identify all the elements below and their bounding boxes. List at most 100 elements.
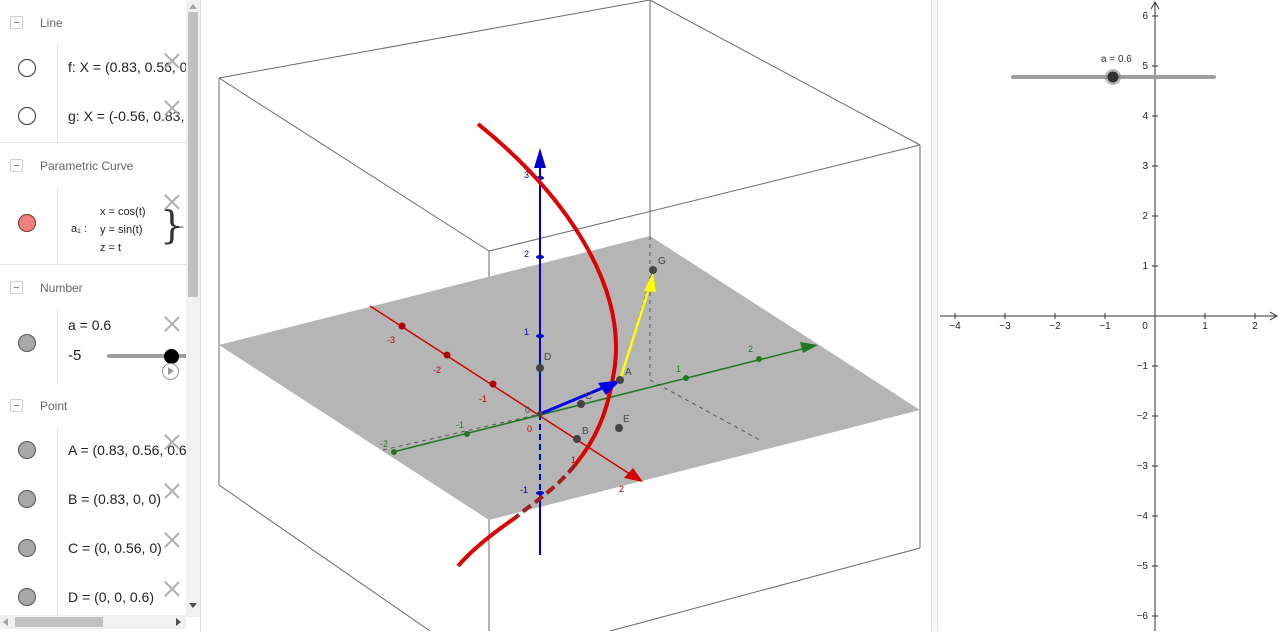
- marble-cell: [0, 93, 58, 142]
- delete-icon[interactable]: [164, 53, 180, 69]
- collapse-icon[interactable]: [10, 159, 23, 172]
- y-tick-label: 2: [748, 344, 753, 354]
- group-title-point: Point: [40, 399, 68, 413]
- z-axis-arrow-icon: [534, 148, 546, 168]
- algebra-item-a[interactable]: a = 0.6 -5: [0, 309, 186, 384]
- y-tick-label: -1: [456, 420, 464, 430]
- delete-icon[interactable]: [164, 316, 180, 332]
- xy-plane[interactable]: [219, 236, 920, 520]
- algebra-item-A[interactable]: A = (0.83, 0.56, 0.6: [0, 427, 186, 477]
- point-E[interactable]: [615, 424, 623, 432]
- point-D[interactable]: [536, 364, 544, 372]
- y-tick-label-2d: −1: [1137, 361, 1149, 372]
- group-header-point[interactable]: Point: [0, 383, 186, 428]
- algebra-item-C[interactable]: C = (0, 0.56, 0): [0, 525, 186, 575]
- algebra-item-B[interactable]: B = (0.83, 0, 0): [0, 476, 186, 526]
- point-A[interactable]: [616, 376, 624, 384]
- vertical-scrollbar[interactable]: [186, 0, 200, 617]
- visibility-toggle-D[interactable]: [18, 588, 36, 606]
- scroll-left-icon[interactable]: [3, 618, 8, 626]
- algebra-item-f[interactable]: f: X = (0.83, 0.56, 0: [0, 44, 186, 94]
- slider-handle-2d[interactable]: [1107, 71, 1119, 83]
- y-tick-label-2d: −5: [1137, 561, 1149, 572]
- y-tick: [391, 449, 397, 455]
- visibility-toggle-B[interactable]: [18, 490, 36, 508]
- x-tick-label-2d: 1: [1202, 321, 1208, 332]
- group-header-curve[interactable]: Parametric Curve: [0, 143, 186, 188]
- y-tick-label-2d: −2: [1137, 411, 1149, 422]
- visibility-toggle-A[interactable]: [18, 441, 36, 459]
- visibility-toggle-f[interactable]: [18, 59, 36, 77]
- algebra-item-g[interactable]: g: X = (-0.56, 0.83,: [0, 93, 186, 143]
- point-label-G: G: [658, 256, 666, 267]
- group-title-number: Number: [40, 281, 83, 295]
- y-tick: [756, 356, 762, 362]
- scroll-right-icon[interactable]: [176, 618, 181, 626]
- y-tick-label: 1: [676, 364, 681, 374]
- graphics-2d-view[interactable]: −4 −3 −2 −1 0 1 2 6 5 4 3 2 1 −1 −2 −3 −…: [938, 0, 1280, 631]
- x-tick-label: 2: [619, 484, 624, 494]
- z-tick-label: 2: [524, 249, 529, 259]
- group-title-curve: Parametric Curve: [40, 159, 134, 173]
- y-tick-label: -2: [380, 439, 388, 449]
- scroll-down-icon[interactable]: [189, 603, 197, 608]
- collapse-icon[interactable]: [10, 16, 23, 29]
- graphics-3d-view[interactable]: -3 -2 -1 0 1 2 -2 -1 1 2 -1 1 2 3 A B C …: [201, 0, 931, 632]
- delete-icon[interactable]: [164, 483, 180, 499]
- x-tick-label-2d: −2: [1049, 321, 1061, 332]
- origin-label: 0: [525, 405, 530, 415]
- scene-3d[interactable]: -3 -2 -1 0 1 2 -2 -1 1 2 -1 1 2 3 A B C …: [201, 0, 931, 632]
- z-tick: [536, 255, 544, 259]
- algebra-text-B[interactable]: B = (0.83, 0, 0): [68, 491, 161, 507]
- algebra-item-curve[interactable]: a₁ : x = cos(t) y = sin(t) z = t } −: [0, 187, 186, 265]
- x-tick-label-2d: −1: [1099, 321, 1111, 332]
- x-tick: [398, 322, 406, 330]
- parametric-curve-lower[interactable]: [456, 516, 517, 568]
- visibility-toggle-g[interactable]: [18, 107, 36, 125]
- point-B[interactable]: [573, 435, 581, 443]
- x-tick-label-2d: −4: [949, 321, 961, 332]
- horizontal-scrollbar[interactable]: [0, 615, 186, 629]
- z-tick-label: 1: [524, 327, 529, 337]
- z-tick: [536, 334, 544, 338]
- group-header-number[interactable]: Number: [0, 265, 186, 310]
- y-tick-label-2d: 5: [1142, 61, 1148, 72]
- curve-eq-x: x = cos(t): [100, 206, 146, 218]
- play-icon[interactable]: [162, 363, 179, 380]
- slider-label-2d: a = 0.6: [1101, 54, 1132, 65]
- delete-icon[interactable]: [164, 532, 180, 548]
- delete-icon[interactable]: [164, 581, 180, 597]
- algebra-text-C[interactable]: C = (0, 0.56, 0): [68, 540, 162, 556]
- visibility-toggle-a[interactable]: [18, 334, 36, 352]
- marble-cell: [0, 309, 58, 383]
- collapse-icon[interactable]: [10, 399, 23, 412]
- scrollbar-thumb[interactable]: [15, 617, 103, 627]
- box-edge: [218, 484, 431, 632]
- scroll-up-icon[interactable]: [189, 4, 197, 9]
- slider-min-label: -5: [68, 347, 82, 364]
- delete-icon[interactable]: [164, 194, 180, 210]
- marble-cell: [0, 525, 58, 574]
- point-label-C: C: [585, 391, 592, 402]
- scrollbar-thumb[interactable]: [188, 12, 198, 297]
- visibility-toggle-curve[interactable]: [18, 214, 36, 232]
- algebra-view: Line f: X = (0.83, 0.56, 0 g: X = (-0.56…: [0, 0, 201, 631]
- x-tick-label: 0: [527, 424, 532, 434]
- point-label-A: A: [625, 367, 632, 378]
- box-edge: [218, 0, 651, 79]
- algebra-text-D[interactable]: D = (0, 0, 0.6): [68, 589, 154, 605]
- x-tick: [489, 380, 497, 388]
- slider-handle[interactable]: [164, 349, 179, 364]
- graphics-2d-canvas[interactable]: −4 −3 −2 −1 0 1 2 6 5 4 3 2 1 −1 −2 −3 −…: [938, 0, 1280, 631]
- collapse-icon[interactable]: [10, 281, 23, 294]
- group-header-line[interactable]: Line: [0, 0, 186, 45]
- visibility-toggle-C[interactable]: [18, 539, 36, 557]
- algebra-text-a[interactable]: a = 0.6: [68, 317, 111, 333]
- view-splitter[interactable]: [931, 0, 938, 631]
- point-C[interactable]: [577, 400, 585, 408]
- delete-icon[interactable]: [164, 100, 180, 116]
- point-G[interactable]: [649, 266, 657, 274]
- y-tick-label-2d: 2: [1142, 211, 1148, 222]
- x-tick-label-2d: 0: [1142, 321, 1148, 332]
- delete-icon[interactable]: [164, 434, 180, 450]
